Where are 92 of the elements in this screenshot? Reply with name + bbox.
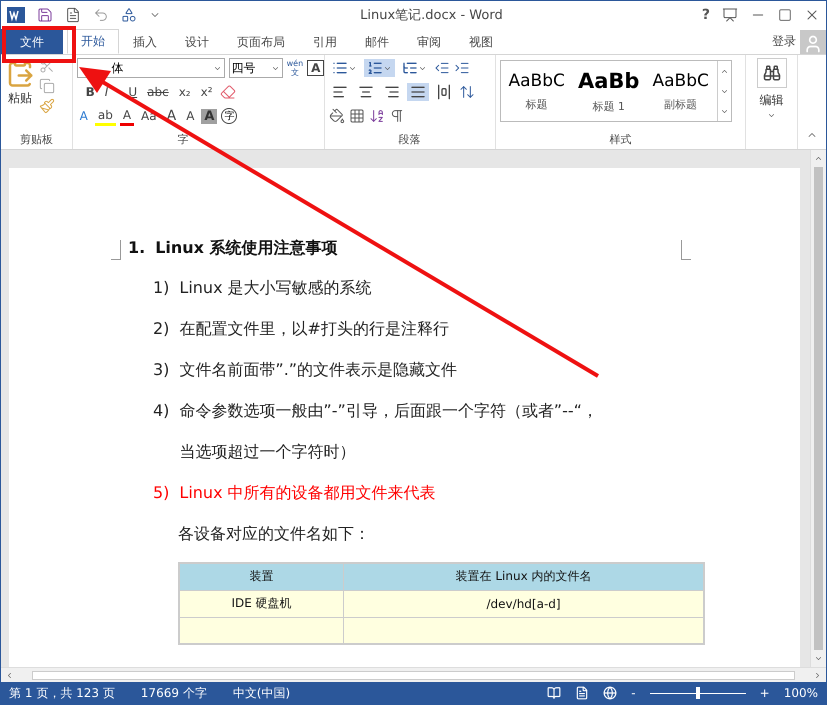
scroll-down-icon[interactable] (814, 654, 823, 663)
font-effect-button[interactable]: ab (94, 106, 116, 126)
print-layout-icon[interactable] (575, 686, 590, 700)
table-cell: IDE 硬盘机 (179, 590, 344, 617)
format-button[interactable]: I (102, 84, 112, 100)
font-effect-button[interactable]: Aa (138, 108, 160, 124)
ribbon-tab[interactable]: 开始 (67, 29, 119, 54)
list-text: Linux 中所有的设备都用文件来代表 (179, 483, 436, 504)
group-label: 字 (176, 132, 190, 148)
save-icon[interactable] (37, 7, 53, 23)
zoom-slider-thumb[interactable] (696, 687, 700, 699)
column-header: 装置 (179, 563, 344, 590)
list-text: 命令参数选项一般由”-”引导，后面跟一个字符（或者”--“， (179, 401, 598, 422)
align-button[interactable] (406, 83, 429, 101)
list-text: 在配置文件里，以#打头的行是注释行 (179, 319, 449, 340)
app-logo-icon[interactable] (7, 7, 25, 23)
binoculars-icon (762, 64, 781, 82)
web-layout-icon[interactable] (603, 686, 618, 700)
list-text: 当选项超过一个字符时） (179, 442, 356, 463)
decrease-indent-icon[interactable] (434, 60, 450, 76)
paint-bucket-icon[interactable] (328, 108, 345, 124)
caret-icon[interactable] (767, 111, 776, 120)
eraser-icon[interactable] (220, 84, 236, 100)
sort-icon[interactable] (368, 108, 385, 124)
horizontal-scrollbar[interactable] (1, 667, 826, 682)
scroll-right-icon[interactable] (813, 670, 822, 680)
align-icon (436, 84, 452, 100)
word-count[interactable]: 17669 个字 (140, 684, 207, 702)
font-name-field[interactable]: 体 (76, 58, 225, 78)
shapes-icon[interactable] (121, 7, 137, 23)
scroll-left-icon[interactable] (5, 670, 14, 680)
list-icon (332, 60, 348, 76)
undo-icon[interactable] (93, 7, 109, 23)
style-item[interactable]: AaBb 标题 1 (572, 61, 645, 121)
list-button[interactable] (364, 59, 395, 77)
font-effect-button[interactable]: A (76, 108, 91, 124)
maximize-icon[interactable] (778, 8, 792, 22)
list-text: 文件名前面带”.”的文件表示是隐藏文件 (179, 360, 458, 381)
list-number: 5) (153, 483, 170, 504)
align-icon (410, 84, 426, 100)
document-icon[interactable] (65, 7, 81, 23)
paste-button[interactable]: 粘贴 (5, 58, 35, 132)
vertical-scrollbar[interactable] (810, 150, 826, 667)
find-button[interactable] (756, 58, 787, 88)
character-border-button[interactable]: A (307, 60, 324, 76)
font-size-field[interactable]: 四号 (228, 58, 283, 78)
heading-number: 1. (128, 238, 146, 259)
format-button[interactable]: abc (144, 84, 172, 100)
enclose-character-button[interactable]: 字 (221, 108, 238, 124)
format-button[interactable]: U (125, 84, 140, 100)
zoom-level[interactable]: 100% (784, 686, 818, 700)
page-count[interactable]: 第 1 页，共 123 页 (9, 684, 115, 702)
language-indicator[interactable]: 中文(中国) (232, 684, 290, 702)
zoom-out-button[interactable]: - (631, 686, 636, 700)
group-label: 样式 (608, 132, 632, 148)
scroll-up-icon[interactable] (814, 154, 823, 163)
format-button[interactable]: x² (198, 84, 216, 100)
grid-icon[interactable] (348, 108, 365, 124)
heading-text: Linux 系统使用注意事项 (155, 238, 338, 259)
paragraph-text: 各设备对应的文件名如下： (178, 524, 371, 545)
style-item[interactable]: AaBbC 副标题 (644, 61, 717, 121)
align-icon (358, 84, 374, 100)
align-icon (332, 84, 348, 100)
font-effect-button[interactable]: A (120, 106, 134, 126)
line-spacing-icon[interactable] (458, 84, 475, 100)
shrink-font-button[interactable]: A (183, 108, 198, 124)
group-label: 段落 (398, 132, 422, 148)
file-tab[interactable]: 文件 (1, 29, 63, 54)
zoom-in-button[interactable]: + (760, 686, 770, 700)
list-number: 3) (153, 360, 170, 381)
column-header: 装置在 Linux 内的文件名 (344, 563, 704, 590)
character-shading-button[interactable]: A (201, 108, 218, 124)
align-icon (384, 84, 400, 100)
list-text: Linux 是大小写敏感的系统 (179, 278, 372, 299)
format-button[interactable]: x₂ (176, 84, 194, 100)
list-number: 2) (153, 319, 170, 340)
list-icon (402, 60, 418, 76)
window-title: Linux笔记.docx - Word (359, 7, 504, 24)
list-number: 4) (153, 401, 170, 422)
read-mode-icon[interactable] (547, 686, 562, 700)
increase-indent-icon[interactable] (454, 60, 470, 76)
list-number: 1) (153, 278, 170, 299)
editing-button[interactable]: 编辑 (760, 92, 784, 120)
format-button[interactable]: B (82, 84, 98, 100)
phonetic-guide-button[interactable]: wén 文 (286, 59, 304, 77)
help-button[interactable]: ? (702, 7, 710, 23)
table-cell: /dev/hd[a-d] (344, 590, 704, 617)
ribbon-display-icon[interactable] (722, 7, 738, 23)
style-item[interactable]: AaBbC 标题 (500, 61, 573, 121)
list-icon (366, 60, 383, 76)
group-label: 剪贴板 (18, 132, 54, 148)
sign-in-link[interactable]: 登录 (772, 33, 796, 50)
